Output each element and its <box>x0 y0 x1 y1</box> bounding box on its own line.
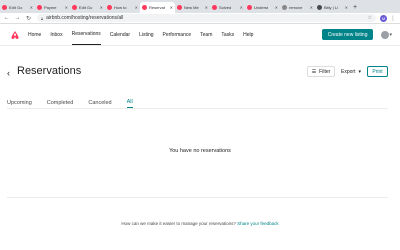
filter-button[interactable]: ☰ Filter <box>307 66 335 77</box>
airbnb-favicon-icon <box>212 5 217 10</box>
nav-reservations[interactable]: Reservations <box>71 24 101 45</box>
nav-listing[interactable]: Listing <box>139 25 153 45</box>
url-text: airbnb.com/hosting/reservations/all <box>46 15 124 21</box>
close-icon[interactable]: ✕ <box>345 5 348 10</box>
nav-home[interactable]: Home <box>28 25 41 45</box>
browser-tab-strip: Edit Go ✕ Payme ✕ Edit Go ✕ How to ✕ Reserva… <box>0 0 400 13</box>
close-icon[interactable]: ✕ <box>240 5 243 10</box>
browser-tab-title: New Me <box>184 5 199 10</box>
tab-completed[interactable]: Completed <box>47 100 74 108</box>
browser-tab[interactable]: How to ✕ <box>105 2 140 13</box>
account-menu[interactable]: ▾ <box>381 30 392 39</box>
browser-tab-title: Bitly | Li <box>324 5 338 10</box>
more-menu-icon[interactable]: ⋮ <box>390 15 396 22</box>
airbnb-favicon-icon <box>2 5 7 10</box>
close-icon[interactable]: ✕ <box>135 5 138 10</box>
bitly-favicon-icon <box>317 5 322 10</box>
airbnb-favicon-icon <box>247 5 252 10</box>
browser-tab[interactable]: Payme ✕ <box>35 2 70 13</box>
browser-tab-title: Payme <box>44 5 57 10</box>
airbnb-favicon-icon <box>37 5 42 10</box>
bookmark-star-icon[interactable]: ☆ <box>368 15 372 21</box>
filter-icon: ☰ <box>311 68 317 75</box>
browser-tab[interactable]: Underst ✕ <box>245 2 280 13</box>
nav-calendar[interactable]: Calendar <box>110 25 130 45</box>
nav-help[interactable]: Help <box>243 25 253 45</box>
page-title: Reservations <box>17 65 82 77</box>
browser-tab[interactable]: Edit Go ✕ <box>0 2 35 13</box>
airbnb-logo-icon[interactable] <box>10 30 20 40</box>
site-nav: Home Inbox Reservations Calendar Listing… <box>0 24 400 46</box>
chevron-down-icon: ▾ <box>358 68 361 75</box>
profile-avatar[interactable]: M <box>380 14 387 22</box>
airbnb-favicon-icon <box>177 5 182 10</box>
close-icon[interactable]: ✕ <box>65 5 68 10</box>
export-label: Export <box>341 68 356 75</box>
tab-all[interactable]: All <box>126 99 133 108</box>
browser-tab-title: Edit Go <box>9 5 23 10</box>
browser-tab[interactable]: New Me ✕ <box>175 2 210 13</box>
browser-tab-title: remove <box>289 5 303 10</box>
reload-icon[interactable]: ↻ <box>24 14 33 23</box>
browser-tab-title: Solved <box>219 5 232 10</box>
back-chevron-icon[interactable]: ‹ <box>7 68 10 78</box>
filter-label: Filter <box>319 68 331 75</box>
print-button[interactable]: Print <box>367 66 388 77</box>
browser-tab[interactable]: Solved ✕ <box>210 2 245 13</box>
tab-upcoming[interactable]: Upcoming <box>7 100 32 108</box>
nav-inbox[interactable]: Inbox <box>50 25 62 45</box>
reservation-tabs: Upcoming Completed Canceled All <box>0 96 400 108</box>
lock-icon: 🔒︎ <box>41 15 44 21</box>
browser-tab-active[interactable]: Reservat ✕ <box>140 2 175 13</box>
chevron-down-icon: ▾ <box>389 31 392 38</box>
footer-divider <box>7 197 388 198</box>
airbnb-favicon-icon <box>107 5 112 10</box>
close-icon[interactable]: ✕ <box>205 5 208 10</box>
nav-tasks[interactable]: Tasks <box>221 25 234 45</box>
share-feedback-link[interactable]: Share your feedback <box>237 221 279 226</box>
feedback-footer: How can we make it easier to manage your… <box>0 221 400 226</box>
close-icon[interactable]: ✕ <box>100 5 103 10</box>
url-bar[interactable]: 🔒︎ airbnb.com/hosting/reservations/all ☆ <box>37 14 376 22</box>
forward-arrow-icon[interactable]: → <box>13 14 22 23</box>
new-tab-button[interactable]: + <box>350 2 360 13</box>
browser-tab-title: How to <box>114 5 127 10</box>
empty-state-message: You have no reservations <box>169 148 231 154</box>
address-bar-row: ← → ↻ 🔒︎ airbnb.com/hosting/reservations… <box>0 13 400 24</box>
close-icon[interactable]: ✕ <box>310 5 313 10</box>
page-header: ‹ Reservations ☰ Filter Export ▾ Print <box>0 46 400 98</box>
tab-canceled[interactable]: Canceled <box>88 100 111 108</box>
close-icon[interactable]: ✕ <box>170 5 173 10</box>
close-icon[interactable]: ✕ <box>275 5 278 10</box>
browser-tab[interactable]: remove ✕ <box>280 2 315 13</box>
browser-tab-title: Reservat <box>149 5 166 10</box>
generic-favicon-icon <box>282 5 287 10</box>
create-new-listing-button[interactable]: Create new listing <box>321 29 374 40</box>
airbnb-favicon-icon <box>142 5 147 10</box>
avatar <box>381 30 390 39</box>
browser-tab-title: Edit Go <box>79 5 93 10</box>
browser-tab-title: Underst <box>254 5 269 10</box>
feedback-question: How can we make it easier to manage your… <box>121 221 236 226</box>
browser-tab[interactable]: Bitly | Li ✕ <box>315 2 350 13</box>
airbnb-favicon-icon <box>72 5 77 10</box>
nav-performance[interactable]: Performance <box>163 25 192 45</box>
back-arrow-icon[interactable]: ← <box>2 14 11 23</box>
export-button[interactable]: Export ▾ <box>338 66 364 77</box>
browser-tab[interactable]: Edit Go ✕ <box>70 2 105 13</box>
tabs-divider <box>7 108 388 109</box>
close-icon[interactable]: ✕ <box>30 5 33 10</box>
nav-team[interactable]: Team <box>200 25 212 45</box>
